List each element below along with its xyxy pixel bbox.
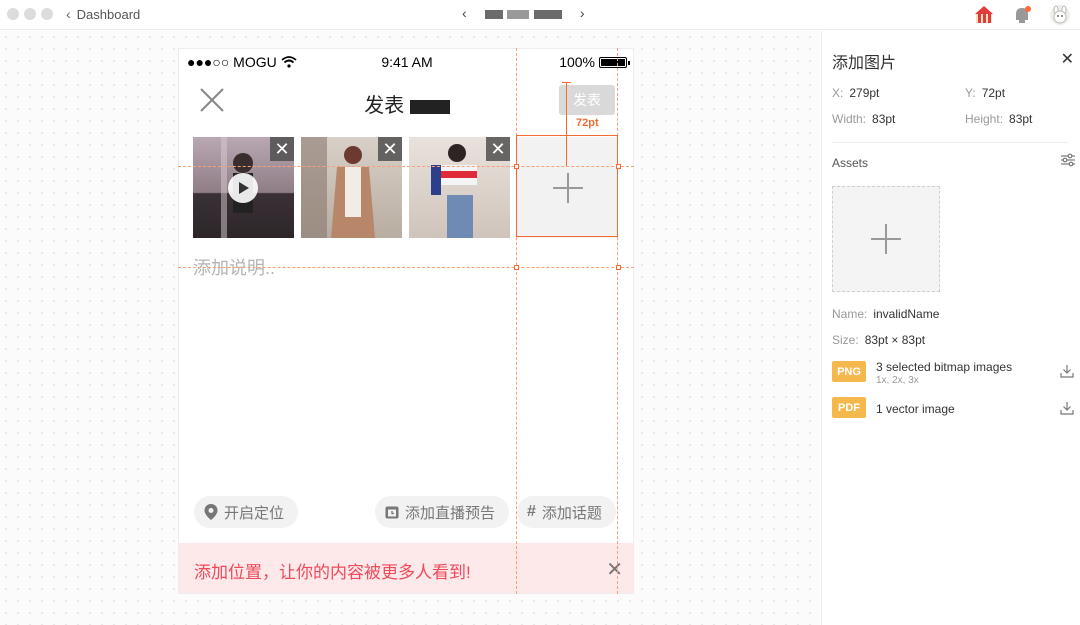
user-avatar[interactable]: [1048, 3, 1072, 27]
topic-chip[interactable]: # 添加话题: [517, 496, 616, 528]
location-banner: 添加位置，让你的内容被更多人看到! ✕: [179, 543, 633, 593]
plus-icon: [871, 224, 901, 254]
asset-size: Size: 83pt × 83pt: [832, 333, 926, 347]
artboard-navigator: ‹ ›: [462, 5, 585, 21]
battery-percent: 100%: [559, 54, 595, 70]
resize-handle[interactable]: [514, 164, 519, 169]
pdf-badge: PDF: [832, 397, 866, 418]
asset-preview[interactable]: [832, 186, 940, 292]
live-preview-chip[interactable]: 添加直播预告: [375, 496, 510, 528]
toolbar-icons: [972, 3, 1072, 27]
resize-handle[interactable]: [514, 265, 519, 270]
download-icon[interactable]: [1060, 364, 1074, 378]
location-chip[interactable]: 开启定位: [194, 496, 299, 528]
minimize-window-button[interactable]: [24, 8, 36, 20]
previous-artboard-button[interactable]: ‹: [462, 5, 467, 21]
dismiss-banner-button[interactable]: ✕: [606, 557, 623, 582]
chevron-left-icon: ‹: [66, 6, 71, 22]
media-thumbnail[interactable]: ✕: [409, 137, 510, 238]
media-thumbnail[interactable]: ✕: [301, 137, 402, 238]
topic-chip-label: 添加话题: [541, 504, 602, 522]
window-toolbar: ‹ Dashboard ‹ ›: [0, 0, 1080, 30]
selection-box[interactable]: [516, 135, 618, 237]
y-property: Y: 72pt: [965, 86, 1006, 100]
remove-media-button[interactable]: ✕: [378, 137, 402, 161]
settings-sliders-icon[interactable]: [1060, 153, 1076, 167]
layer-title: 添加图片: [832, 55, 897, 72]
resize-handle[interactable]: [616, 164, 621, 169]
png-export-label: 3 selected bitmap images: [876, 360, 1013, 374]
remove-media-button[interactable]: ✕: [486, 137, 510, 161]
close-window-button[interactable]: [7, 8, 19, 20]
location-chip-label: 开启定位: [224, 504, 285, 522]
back-label: Dashboard: [76, 6, 141, 22]
resize-handle[interactable]: [616, 265, 621, 270]
artboard-title: [484, 6, 562, 21]
guide-line: [178, 267, 634, 268]
circus-tent-icon[interactable]: [972, 3, 996, 27]
back-to-dashboard[interactable]: ‹ Dashboard: [66, 6, 140, 22]
live-preview-chip-label: 添加直播预告: [405, 504, 496, 522]
height-property: Height: 83pt: [965, 112, 1033, 126]
x-property: X: 279pt: [832, 86, 880, 100]
remove-media-button[interactable]: ✕: [270, 137, 294, 161]
media-thumbnail-video[interactable]: ✕: [193, 137, 294, 238]
notification-bell-icon[interactable]: [1010, 3, 1034, 27]
divider: [832, 142, 1068, 143]
guide-line: [516, 48, 517, 594]
pdf-export-label: 1 vector image: [876, 402, 955, 416]
banner-text: 添加位置，让你的内容被更多人看到!: [194, 563, 471, 582]
png-badge: PNG: [832, 361, 866, 382]
guide-line: [617, 48, 618, 594]
asset-name: Name: invalidName: [832, 307, 940, 321]
width-property: Width: 83pt: [832, 112, 896, 126]
publish-button[interactable]: 发表: [559, 85, 615, 115]
hashtag-icon: #: [527, 503, 536, 520]
play-icon[interactable]: [228, 173, 258, 203]
png-scales: 1x, 2x, 3x: [876, 375, 919, 386]
distance-line: [566, 82, 567, 166]
inspector-panel: 添加图片 ✕ X: 279pt Y: 72pt Width: 83pt Height:…: [821, 31, 1080, 625]
media-thumbnails: ✕ ✕ ✕: [193, 137, 510, 238]
distance-label: 72pt: [573, 116, 602, 130]
zoom-window-button[interactable]: [41, 8, 53, 20]
location-pin-icon: [204, 504, 218, 520]
download-icon[interactable]: [1060, 401, 1074, 415]
next-artboard-button[interactable]: ›: [580, 5, 585, 21]
close-inspector-button[interactable]: ✕: [1061, 49, 1074, 69]
status-bar: ●●●○○ MOGU 9:41 AM 100%: [179, 49, 633, 77]
calendar-clock-icon: [385, 506, 399, 519]
assets-heading: Assets: [832, 156, 869, 170]
battery-icon: [599, 56, 630, 68]
